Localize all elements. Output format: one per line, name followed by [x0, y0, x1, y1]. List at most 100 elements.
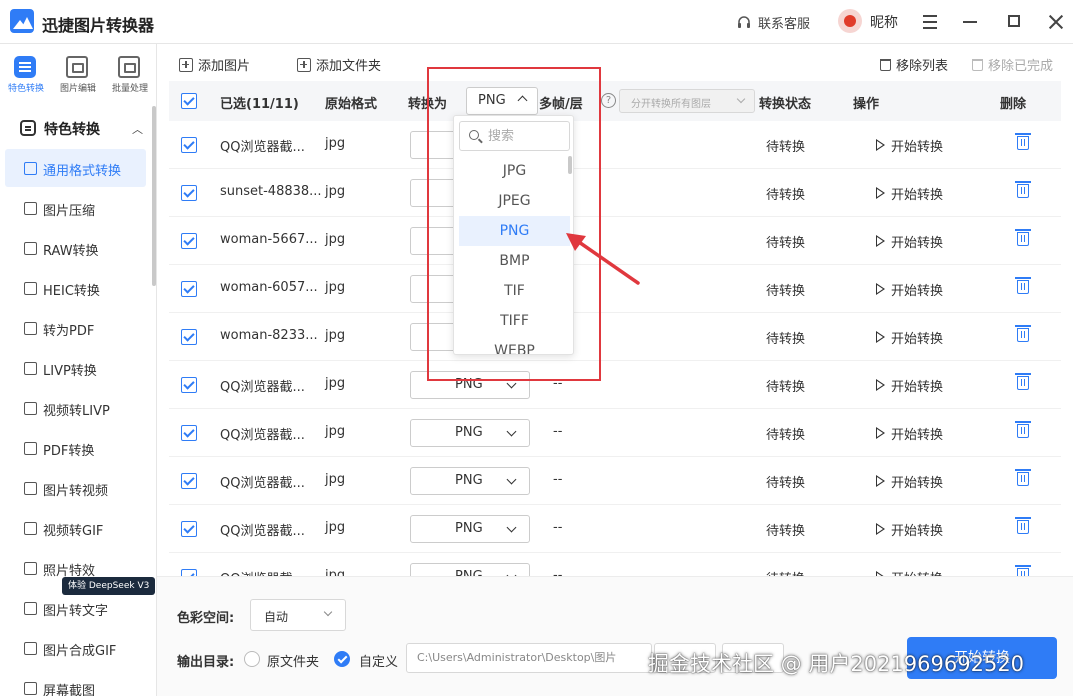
- sidebar-item-label: 通用格式转换: [43, 164, 122, 179]
- start-convert-button[interactable]: 开始转换: [891, 184, 943, 203]
- start-convert-button[interactable]: 开始转换: [891, 472, 943, 491]
- table-row: QQ浏览器截... jpg PNG -- 待转换 开始转换: [169, 553, 1061, 576]
- select-all-checkbox[interactable]: [181, 93, 197, 109]
- sidebar-item[interactable]: 图片转视频: [5, 469, 146, 507]
- start-convert-button[interactable]: 开始转换: [891, 136, 943, 155]
- start-convert-button[interactable]: 开始转换: [891, 280, 943, 299]
- delete-icon[interactable]: [1015, 373, 1031, 390]
- row-checkbox[interactable]: [181, 233, 197, 249]
- play-icon: [876, 331, 885, 343]
- nickname[interactable]: 昵称: [870, 12, 898, 32]
- row-checkbox[interactable]: [181, 137, 197, 153]
- target-format-select[interactable]: PNG: [410, 563, 530, 576]
- sidebar-item[interactable]: RAW转换: [5, 229, 146, 267]
- chevron-up-icon: ︿: [132, 123, 143, 136]
- output-path-input[interactable]: [417, 650, 651, 663]
- file-name: sunset-48838...: [220, 184, 322, 199]
- minimize-button[interactable]: [957, 9, 983, 35]
- deepseek-badge[interactable]: 体验 DeepSeek V3: [62, 577, 156, 595]
- avatar[interactable]: [838, 9, 862, 33]
- remove-list-button[interactable]: 移除列表: [880, 55, 948, 74]
- sidebar-item[interactable]: 视频转GIF: [5, 509, 146, 547]
- delete-icon[interactable]: [1015, 229, 1031, 246]
- status-badge: 待转换: [766, 332, 806, 347]
- target-format-select[interactable]: PNG: [410, 419, 530, 447]
- start-convert-button[interactable]: 开始转换: [891, 376, 943, 395]
- row-checkbox[interactable]: [181, 473, 197, 489]
- sidebar-item-icon: [24, 322, 37, 335]
- nav-batch[interactable]: 批量处理: [104, 44, 156, 100]
- table-row: QQ浏览器截... jpg 待转换 开始转换: [169, 121, 1061, 169]
- delete-icon[interactable]: [1015, 517, 1031, 534]
- sidebar-scrollbar[interactable]: [152, 106, 156, 286]
- sidebar-section-header[interactable]: 特色转换 ︿: [0, 110, 150, 146]
- sidebar-item[interactable]: 通用格式转换: [5, 149, 146, 187]
- file-format: jpg: [325, 280, 346, 295]
- watermark-text: 掘金技术社区 @ 用户2021969692520: [648, 652, 1025, 676]
- add-image-icon: [179, 57, 193, 72]
- start-convert-button[interactable]: 开始转换: [891, 424, 943, 443]
- delete-icon[interactable]: [1015, 277, 1031, 294]
- row-checkbox[interactable]: [181, 521, 197, 537]
- add-image-button[interactable]: 添加图片: [179, 55, 250, 74]
- delete-icon[interactable]: [1015, 469, 1031, 486]
- delete-icon[interactable]: [1015, 325, 1031, 342]
- delete-icon[interactable]: [1015, 181, 1031, 198]
- delete-icon[interactable]: [1015, 565, 1031, 576]
- maximize-button[interactable]: [1001, 9, 1027, 35]
- status-badge: 待转换: [766, 140, 806, 155]
- radio-custom-folder[interactable]: [334, 651, 350, 667]
- sidebar-item[interactable]: PDF转换: [5, 429, 146, 467]
- row-checkbox[interactable]: [181, 425, 197, 441]
- custom-folder-label[interactable]: 自定义: [359, 651, 398, 670]
- nav-special-convert[interactable]: 特色转换: [0, 44, 52, 100]
- row-checkbox[interactable]: [181, 185, 197, 201]
- start-convert-button[interactable]: 开始转换: [891, 232, 943, 251]
- sidebar-item[interactable]: 屏幕截图: [5, 669, 146, 696]
- output-path-field[interactable]: [406, 643, 652, 673]
- sidebar-item[interactable]: 图片合成GIF: [5, 629, 146, 667]
- row-checkbox[interactable]: [181, 281, 197, 297]
- sidebar-item[interactable]: HEIC转换: [5, 269, 146, 307]
- frames-mode-select[interactable]: 分开转换所有图层: [619, 89, 755, 113]
- sidebar-item[interactable]: 视频转LIVP: [5, 389, 146, 427]
- file-name: QQ浏览器截...: [220, 476, 305, 491]
- color-space-select[interactable]: 自动: [250, 599, 346, 631]
- row-checkbox[interactable]: [181, 329, 197, 345]
- play-icon: [876, 475, 885, 487]
- sidebar-item-label: 屏幕截图: [43, 684, 96, 696]
- target-format-select[interactable]: PNG: [410, 467, 530, 495]
- table-row: sunset-48838... jpg 待转换 开始转换: [169, 169, 1061, 217]
- status-badge: 待转换: [766, 524, 806, 539]
- delete-icon[interactable]: [1015, 133, 1031, 150]
- play-icon: [876, 283, 885, 295]
- original-folder-label[interactable]: 原文件夹: [267, 651, 319, 670]
- remove-done-button[interactable]: 移除已完成: [972, 55, 1053, 74]
- sidebar-item[interactable]: LIVP转换: [5, 349, 146, 387]
- header-action: 操作: [853, 97, 880, 112]
- start-convert-button[interactable]: 开始转换: [891, 328, 943, 347]
- start-convert-button[interactable]: 开始转换: [891, 568, 943, 576]
- sidebar-item[interactable]: 图片压缩: [5, 189, 146, 227]
- start-convert-button[interactable]: 开始转换: [891, 520, 943, 539]
- file-format: jpg: [325, 376, 346, 391]
- batch-icon: [118, 56, 140, 78]
- radio-original-folder[interactable]: [244, 651, 260, 667]
- row-checkbox[interactable]: [181, 377, 197, 393]
- trash-icon: [972, 58, 983, 71]
- close-button[interactable]: [1043, 9, 1069, 35]
- menu-button[interactable]: [917, 9, 943, 35]
- help-icon[interactable]: ?: [601, 93, 616, 108]
- row-checkbox[interactable]: [181, 569, 197, 576]
- chevron-down-icon: [736, 94, 746, 104]
- status-badge: 待转换: [766, 236, 806, 251]
- sidebar-item[interactable]: 转为PDF: [5, 309, 146, 347]
- status-badge: 待转换: [766, 380, 806, 395]
- app-logo-icon: [10, 9, 34, 33]
- add-folder-button[interactable]: 添加文件夹: [297, 55, 381, 74]
- target-format-select[interactable]: PNG: [410, 515, 530, 543]
- sidebar-item-label: LIVP转换: [43, 364, 97, 379]
- support-link[interactable]: 联系客服: [736, 13, 810, 32]
- delete-icon[interactable]: [1015, 421, 1031, 438]
- nav-image-edit[interactable]: 图片编辑: [52, 44, 104, 100]
